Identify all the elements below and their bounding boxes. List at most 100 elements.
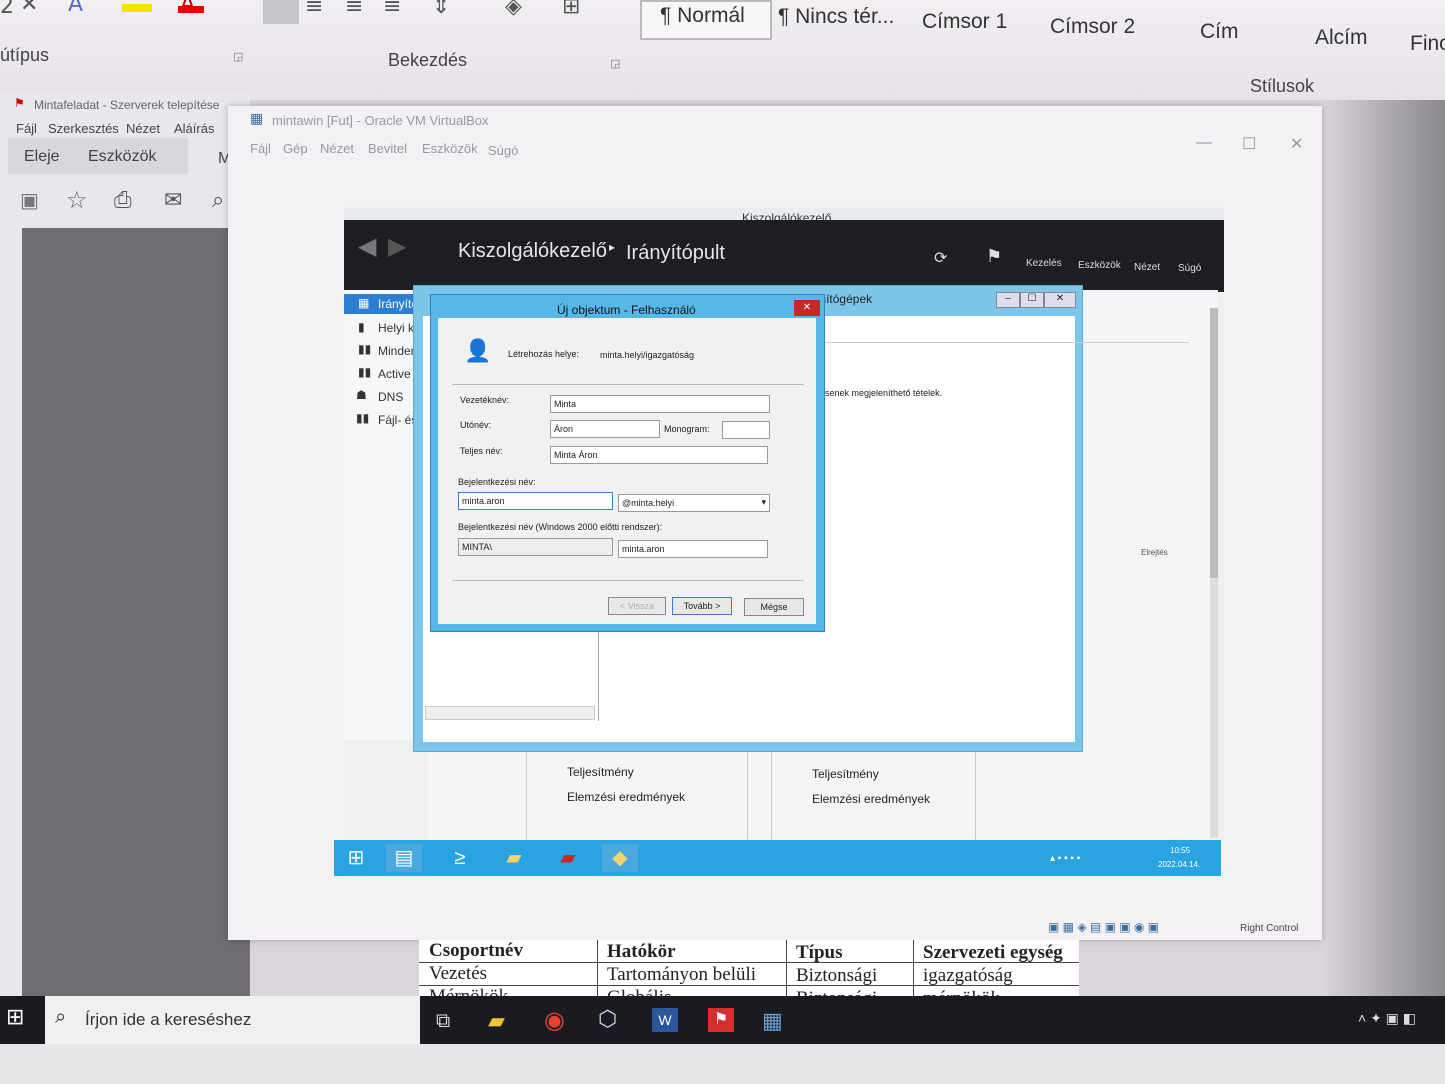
- acrobat-icon[interactable]: ⚑: [708, 1008, 734, 1032]
- pre2000-logon-field[interactable]: minta.aron: [618, 540, 768, 558]
- back-button[interactable]: < Vissza: [608, 597, 666, 615]
- align-right-icon[interactable]: ≡: [345, 0, 363, 19]
- menu-view[interactable]: Nézet: [126, 121, 160, 136]
- breadcrumb-root[interactable]: Kiszolgálókezelő: [458, 240, 607, 263]
- virtualbox-icon[interactable]: ▦: [762, 1008, 783, 1034]
- clear-format-icon[interactable]: ✕: [20, 0, 38, 17]
- mail-icon[interactable]: ✉: [164, 188, 182, 213]
- hide-link[interactable]: Elrejtés: [1141, 548, 1168, 557]
- align-left-icon[interactable]: [263, 0, 299, 24]
- highlight-color-icon[interactable]: [122, 4, 152, 12]
- print-icon[interactable]: ⎙: [114, 188, 132, 213]
- file-explorer-icon[interactable]: ▰: [488, 1008, 505, 1034]
- style-no-spacing[interactable]: ¶ Nincs tér...: [778, 5, 894, 29]
- full-name-field[interactable]: Minta Áron: [550, 446, 768, 464]
- sm-menu-view[interactable]: Nézet: [1134, 262, 1160, 273]
- forward-icon[interactable]: ▶: [388, 232, 406, 261]
- nav-item-all-servers[interactable]: Minden: [378, 344, 417, 358]
- text-effects-icon[interactable]: A: [68, 0, 83, 17]
- powershell-icon[interactable]: ≥: [442, 844, 478, 872]
- vb-menu-view[interactable]: Nézet: [320, 141, 354, 156]
- style-heading-2[interactable]: Címsor 2: [1050, 15, 1135, 39]
- task-view-icon[interactable]: ⧉: [436, 1010, 450, 1033]
- vb-menu-input[interactable]: Bevitel: [368, 141, 407, 156]
- windows-start-icon[interactable]: ⊞: [338, 844, 374, 872]
- scrollbar-thumb[interactable]: [1210, 308, 1218, 578]
- tray-icons[interactable]: ˄ ✦ ▣ ◧: [1358, 1010, 1416, 1027]
- dashboard-tile[interactable]: Teljesítmény Elemzési eredmények: [771, 740, 976, 840]
- style-more[interactable]: Fino: [1410, 32, 1445, 56]
- last-name-field[interactable]: Minta: [550, 395, 770, 413]
- nav-item-dns[interactable]: DNS: [378, 390, 403, 404]
- sm-menu-tools[interactable]: Eszközök: [1078, 260, 1121, 271]
- initials-field[interactable]: [722, 421, 770, 439]
- tile-bpa-results[interactable]: Elemzési eredmények: [567, 790, 685, 804]
- vb-menu-machine[interactable]: Gép: [283, 141, 308, 156]
- justify-icon[interactable]: ≡: [383, 0, 401, 19]
- dialog-close-button[interactable]: ✕: [794, 300, 820, 316]
- aduc-close-button[interactable]: ✕: [1044, 292, 1076, 308]
- sm-menu-manage[interactable]: Kezelés: [1026, 258, 1062, 269]
- borders-icon[interactable]: ⊞: [562, 0, 580, 19]
- first-name-field[interactable]: Áron: [550, 420, 660, 438]
- dialog-launcher-icon[interactable]: ◲: [610, 57, 620, 70]
- style-title[interactable]: Cím: [1200, 20, 1239, 44]
- align-center-icon[interactable]: ≡: [305, 0, 323, 19]
- menu-file[interactable]: Fájl: [16, 121, 37, 136]
- vertical-scrollbar[interactable]: [1210, 308, 1218, 838]
- dialog-title: Új objektum - Felhasználó: [557, 303, 696, 317]
- back-icon[interactable]: ◀: [358, 232, 376, 261]
- taskbar-search-box[interactable]: ⌕ Írjon ide a kereséshez: [45, 996, 420, 1044]
- save-icon[interactable]: ▣: [20, 188, 39, 212]
- server-manager-icon[interactable]: ▤: [386, 844, 422, 872]
- maximize-button[interactable]: ☐: [1242, 134, 1256, 154]
- shading-icon[interactable]: ◈: [505, 0, 522, 19]
- style-subtitle[interactable]: Alcím: [1315, 26, 1368, 50]
- nav-item-file-services[interactable]: Fájl- és: [378, 413, 417, 427]
- tab-tools[interactable]: Eszközök: [88, 148, 156, 166]
- file-explorer-icon[interactable]: ▰: [496, 844, 532, 872]
- 3d-viewer-icon[interactable]: ⬡: [598, 1006, 617, 1032]
- dialog-launcher-icon[interactable]: ◲: [233, 50, 243, 63]
- tree-horizontal-scrollbar[interactable]: [425, 706, 595, 720]
- sm-menu-help[interactable]: Súgó: [1178, 263, 1201, 274]
- minimize-button[interactable]: —: [1196, 134, 1212, 152]
- menu-edit[interactable]: Szerkesztés: [48, 121, 119, 136]
- nav-item-local-server[interactable]: Helyi ki: [378, 321, 417, 335]
- vb-status-icons[interactable]: ▣ ▦ ◈ ▤ ▣ ▣ ◉ ▣: [1048, 920, 1159, 934]
- aduc-icon[interactable]: ◆: [602, 844, 638, 872]
- search-placeholder: Írjon ide a kereséshez: [85, 1010, 252, 1029]
- tile-bpa-results[interactable]: Elemzési eredmények: [812, 792, 930, 806]
- tile-performance[interactable]: Teljesítmény: [812, 767, 879, 781]
- next-button[interactable]: Tovább >: [672, 597, 732, 615]
- cancel-button[interactable]: Mégse: [744, 598, 804, 616]
- chrome-icon[interactable]: ◉: [544, 1006, 565, 1035]
- tab-home[interactable]: Eleje: [24, 148, 60, 166]
- close-button[interactable]: ✕: [1290, 134, 1303, 154]
- windows-start-icon[interactable]: ⊞: [6, 1004, 24, 1030]
- aduc-maximize-button[interactable]: ☐: [1020, 292, 1044, 308]
- notifications-flag-icon[interactable]: ⚑: [986, 246, 1002, 267]
- domain-suffix-select[interactable]: @minta.helyi ▾: [618, 494, 770, 512]
- font-size-down-icon[interactable]: 2: [0, 0, 14, 19]
- style-heading-1[interactable]: Címsor 1: [922, 10, 1007, 34]
- line-spacing-icon[interactable]: ⇕: [432, 0, 450, 19]
- vb-menu-help[interactable]: Súgó: [488, 143, 518, 158]
- new-user-dialog-body: 👤 Létrehozás helye: minta.helyi/igazgató…: [438, 318, 816, 624]
- tile-performance[interactable]: Teljesítmény: [567, 765, 634, 779]
- aduc-minimize-button[interactable]: –: [996, 292, 1020, 308]
- star-icon[interactable]: ☆: [66, 186, 88, 214]
- toolbox-icon[interactable]: ▰: [550, 844, 586, 872]
- style-normal[interactable]: ¶ Normál: [640, 0, 772, 40]
- search-icon[interactable]: ⌕: [212, 188, 224, 213]
- system-tray-icons[interactable]: ▴ ▪ ▪ ▪ ▪: [1050, 853, 1080, 864]
- menu-sign[interactable]: Aláírás: [174, 121, 214, 136]
- separator: [452, 384, 804, 385]
- word-icon[interactable]: W: [652, 1008, 678, 1032]
- logon-name-field[interactable]: minta.aron: [458, 492, 613, 510]
- dashboard-tile[interactable]: Teljesítmény Elemzési eredmények: [526, 740, 748, 840]
- vb-menu-devices[interactable]: Eszközök: [422, 141, 478, 156]
- vb-menu-file[interactable]: Fájl: [250, 141, 271, 156]
- full-name-label: Teljes név:: [460, 446, 503, 456]
- refresh-icon[interactable]: ⟳: [934, 248, 947, 268]
